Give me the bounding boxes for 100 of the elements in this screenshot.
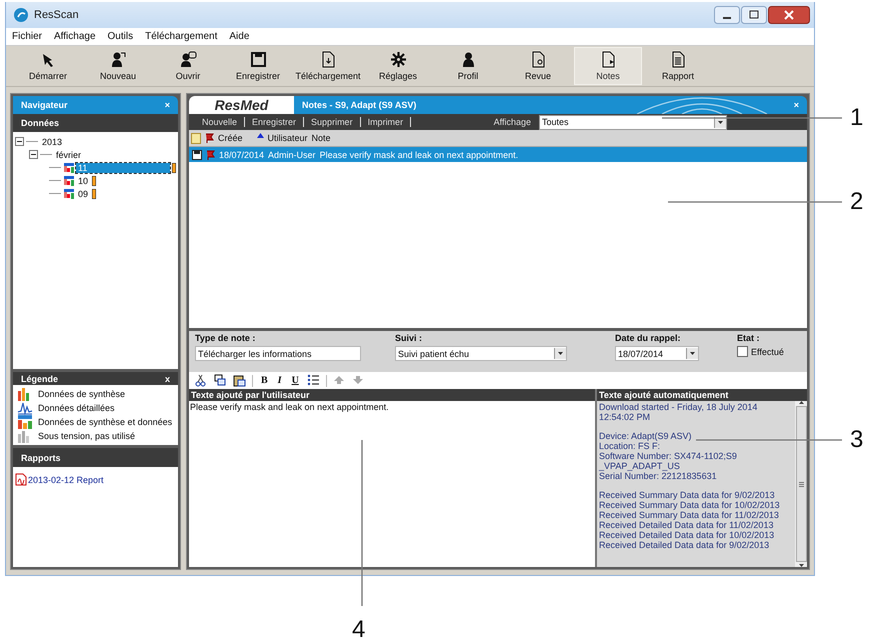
checkbox[interactable] (737, 346, 748, 357)
log-text: Received Summary Data data for 11/02/2013 (599, 510, 779, 520)
underline-button[interactable]: U (290, 375, 301, 386)
close-button[interactable] (768, 6, 810, 24)
person-icon (110, 51, 126, 68)
settings-icon (390, 51, 406, 68)
tree-item[interactable]: 09 (76, 188, 90, 198)
collapse-toggle[interactable] (15, 137, 24, 146)
action-button[interactable]: Imprimer (360, 117, 412, 127)
action-button[interactable]: Enregistrer (245, 117, 304, 127)
sort-arrow-icon (256, 133, 264, 138)
column-header-button[interactable]: Utilisateur (268, 133, 308, 143)
copy-icon[interactable] (214, 374, 227, 387)
callout-number: 1 (850, 106, 864, 130)
minimize-button[interactable] (714, 6, 740, 24)
section-title: Rapports (21, 452, 61, 462)
date-field[interactable]: 18/07/2014 (615, 346, 699, 361)
menu-item[interactable]: Affichage (54, 31, 96, 42)
status-bar-icon (172, 162, 176, 172)
status-bar-icon (92, 176, 96, 186)
toolbar-button[interactable]: Réglages (364, 47, 432, 85)
field-label: Date du rappel: (615, 333, 682, 343)
toolbar-button[interactable]: Démarrer (14, 47, 82, 85)
maximize-button[interactable] (741, 6, 767, 24)
waveform-icon (17, 400, 33, 416)
tree-item[interactable]: 2013 (40, 136, 64, 146)
panel-title: Notes - S9, Adapt (S9 ASV) (302, 100, 416, 110)
menu-item[interactable]: Outils (108, 31, 134, 42)
field-label: Suivi : (395, 333, 424, 343)
status-bar-icon (92, 188, 96, 198)
minus-icon (31, 152, 36, 157)
checkbox-label: Effectué (751, 346, 784, 356)
document-icon (530, 51, 546, 68)
log-text: Location: FS F: (599, 441, 660, 451)
paste-icon[interactable] (233, 374, 246, 387)
tree-item[interactable]: février (54, 150, 84, 160)
toolbar-button[interactable]: Profil (434, 47, 502, 85)
calendar-chart-icon (17, 414, 33, 430)
italic-button[interactable]: I (276, 375, 284, 386)
section-title: Données (21, 118, 60, 128)
callout-number: 4 (352, 618, 366, 642)
table-cell: Admin-User (268, 150, 316, 160)
report-link[interactable]: 2013-02-12 Report (28, 474, 104, 484)
calendar-chart-icon (63, 162, 74, 173)
caret-icon (690, 352, 695, 355)
note-row[interactable]: 18/07/2014 Admin-User Please verify mask and leak on next appointment. (189, 147, 807, 162)
close-button[interactable]: × (794, 100, 799, 110)
legend-label: Sous tension, pas utilisé (38, 431, 136, 441)
log-text: Download started - Friday, 18 July 2014 12:54:02 PM (599, 402, 758, 422)
legend-label: Données de synthèse et données (38, 417, 172, 427)
log-text: Received Summary Data data for 9/02/2013 (599, 490, 775, 500)
toolbar-button[interactable]: Enregistrer (224, 47, 292, 85)
menu-item[interactable]: Aide (229, 31, 250, 42)
scrollbar[interactable] (795, 401, 807, 567)
text-area[interactable]: Please verify mask and leak on next appointment. (189, 401, 595, 567)
callout-number: 2 (850, 190, 864, 214)
document-icon (670, 51, 686, 68)
list-icon[interactable] (306, 374, 320, 387)
log-text: Received Detailed Data data for 9/02/2013 (599, 540, 770, 550)
table-cell: 18/07/2014 (219, 150, 264, 160)
download-icon (320, 51, 336, 68)
dropdown-field[interactable]: Suivi patient échu (395, 346, 567, 361)
field-label: Type de note : (195, 333, 256, 343)
toolbar-button[interactable]: Ouvrir (154, 47, 222, 85)
close-button[interactable]: x (164, 374, 170, 384)
log-text: Software Number: SX474-1102;S9 _VPAP_ADAPT_US (599, 451, 738, 471)
toolbar-button[interactable]: Revue (504, 47, 572, 85)
scissors-icon[interactable] (195, 374, 208, 387)
person-icon (180, 51, 196, 68)
log-text: Device: Adapt(S9 ASV) (599, 431, 692, 441)
pane-title: Texte ajouté par l'utilisateur (191, 390, 310, 400)
menu-item[interactable]: Fichier (12, 31, 42, 42)
pane-title: Texte ajouté automatiquement (599, 390, 728, 400)
tree-item[interactable]: 11 (76, 162, 170, 172)
table-cell: Please verify mask and leak on next appointment. (320, 150, 518, 160)
bold-button[interactable]: B (259, 375, 270, 386)
filter-dropdown[interactable]: Toutes (539, 114, 727, 130)
legend-label: Données de synthèse (38, 389, 126, 399)
input-field[interactable]: Télécharger les informations (195, 346, 361, 361)
toolbar-button[interactable]: Téléchargement (294, 47, 362, 85)
log-text: Received Detailed Data data for 10/02/2013 (599, 530, 774, 540)
close-button[interactable]: × (164, 100, 170, 110)
note-icon (191, 132, 201, 144)
minus-icon (17, 139, 22, 144)
calendar-chart-icon (63, 175, 74, 186)
column-header-button[interactable]: Note (312, 133, 331, 143)
menu-item[interactable]: Téléchargement (145, 31, 218, 42)
toolbar-button[interactable]: Notes (574, 47, 642, 85)
tree-item[interactable]: 10 (76, 176, 90, 186)
save-icon (192, 150, 202, 160)
caret-icon (718, 120, 723, 124)
log-text: Serial Number: 22121835631 (599, 471, 717, 481)
column-header-button[interactable]: Créée (218, 133, 264, 143)
collapse-toggle[interactable] (29, 150, 38, 159)
action-button[interactable]: Supprimer (304, 117, 361, 127)
section-title: Légende (21, 374, 58, 384)
toolbar-button[interactable]: Nouveau (84, 47, 152, 85)
action-button[interactable]: Nouvelle (195, 117, 246, 127)
toolbar-button[interactable]: Rapport (644, 47, 712, 85)
brand-logo: ResMed (189, 96, 294, 114)
